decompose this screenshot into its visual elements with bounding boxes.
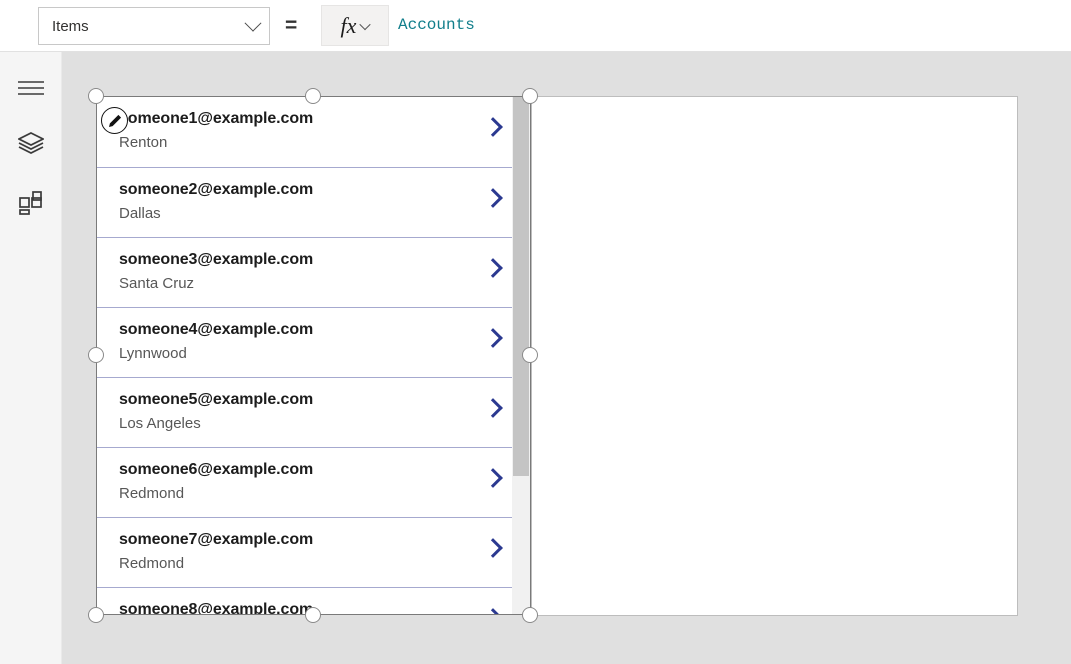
resize-handle-bottom-left[interactable] [88, 607, 104, 623]
left-rail [0, 52, 62, 664]
chevron-right-icon[interactable] [483, 608, 503, 615]
gallery-item[interactable]: someone1@example.com Renton [97, 97, 513, 167]
resize-handle-top-center[interactable] [305, 88, 321, 104]
gallery-item[interactable]: someone3@example.com Santa Cruz [97, 237, 513, 307]
gallery-item-title: someone3@example.com [119, 251, 313, 269]
power-apps-studio: Items = fx [0, 0, 1071, 664]
gallery-item-title: someone1@example.com [119, 110, 313, 128]
resize-handle-bottom-center[interactable] [305, 607, 321, 623]
chevron-down-icon [360, 18, 371, 29]
gallery-item[interactable]: someone5@example.com Los Angeles [97, 377, 513, 447]
gallery-scrollbar-thumb[interactable] [513, 97, 529, 476]
gallery-item-title: someone6@example.com [119, 461, 313, 479]
gallery-item-title: someone7@example.com [119, 531, 313, 549]
gallery-item-subtitle: Renton [119, 134, 167, 151]
gallery-control[interactable]: someone1@example.com Renton someone2@examp… [96, 96, 531, 615]
formula-bar: Items = fx [0, 0, 1071, 52]
chevron-down-icon [245, 15, 262, 32]
chevron-right-icon[interactable] [483, 398, 503, 418]
gallery-item[interactable]: someone4@example.com Lynnwood [97, 307, 513, 377]
formula-input[interactable] [390, 5, 1071, 46]
pencil-edit-icon[interactable] [101, 107, 128, 134]
gallery-item-title: someone4@example.com [119, 321, 313, 339]
insert-button[interactable] [0, 179, 62, 227]
property-select-value: Items [52, 19, 247, 34]
app-screen-panel[interactable] [531, 96, 1018, 616]
property-select[interactable]: Items [38, 7, 270, 45]
equals-sign: = [285, 13, 297, 39]
chevron-right-icon[interactable] [483, 468, 503, 488]
hamburger-menu-icon [17, 79, 45, 97]
gallery-item-title: someone2@example.com [119, 181, 313, 199]
gallery-item-title: someone8@example.com [119, 601, 313, 615]
resize-handle-top-left[interactable] [88, 88, 104, 104]
insert-grid-icon [19, 191, 43, 215]
gallery-rows: someone1@example.com Renton someone2@examp… [97, 97, 531, 615]
chevron-right-icon[interactable] [483, 538, 503, 558]
gallery-item-subtitle: Redmond [119, 485, 184, 502]
resize-handle-top-right[interactable] [522, 88, 538, 104]
gallery-item-subtitle: Santa Cruz [119, 275, 194, 292]
tree-view-layers-icon [18, 131, 44, 155]
gallery-item-subtitle: Lynnwood [119, 345, 187, 362]
chevron-right-icon[interactable] [483, 188, 503, 208]
resize-handle-bottom-right[interactable] [522, 607, 538, 623]
design-canvas[interactable]: someone1@example.com Renton someone2@examp… [62, 52, 1071, 664]
tree-view-button[interactable] [0, 119, 62, 167]
chevron-right-icon[interactable] [483, 328, 503, 348]
gallery-item[interactable]: someone2@example.com Dallas [97, 167, 513, 237]
gallery-item[interactable]: someone7@example.com Redmond [97, 517, 513, 587]
gallery-item-subtitle: Los Angeles [119, 415, 201, 432]
hamburger-menu-button[interactable] [0, 64, 62, 112]
fx-button[interactable]: fx [321, 5, 389, 46]
fx-label: fx [341, 15, 357, 37]
gallery-item-subtitle: Redmond [119, 555, 184, 572]
gallery-item-title: someone5@example.com [119, 391, 313, 409]
chevron-right-icon[interactable] [483, 258, 503, 278]
chevron-right-icon[interactable] [483, 117, 503, 137]
gallery-item[interactable]: someone6@example.com Redmond [97, 447, 513, 517]
resize-handle-middle-right[interactable] [522, 347, 538, 363]
resize-handle-middle-left[interactable] [88, 347, 104, 363]
gallery-item-subtitle: Dallas [119, 205, 161, 222]
